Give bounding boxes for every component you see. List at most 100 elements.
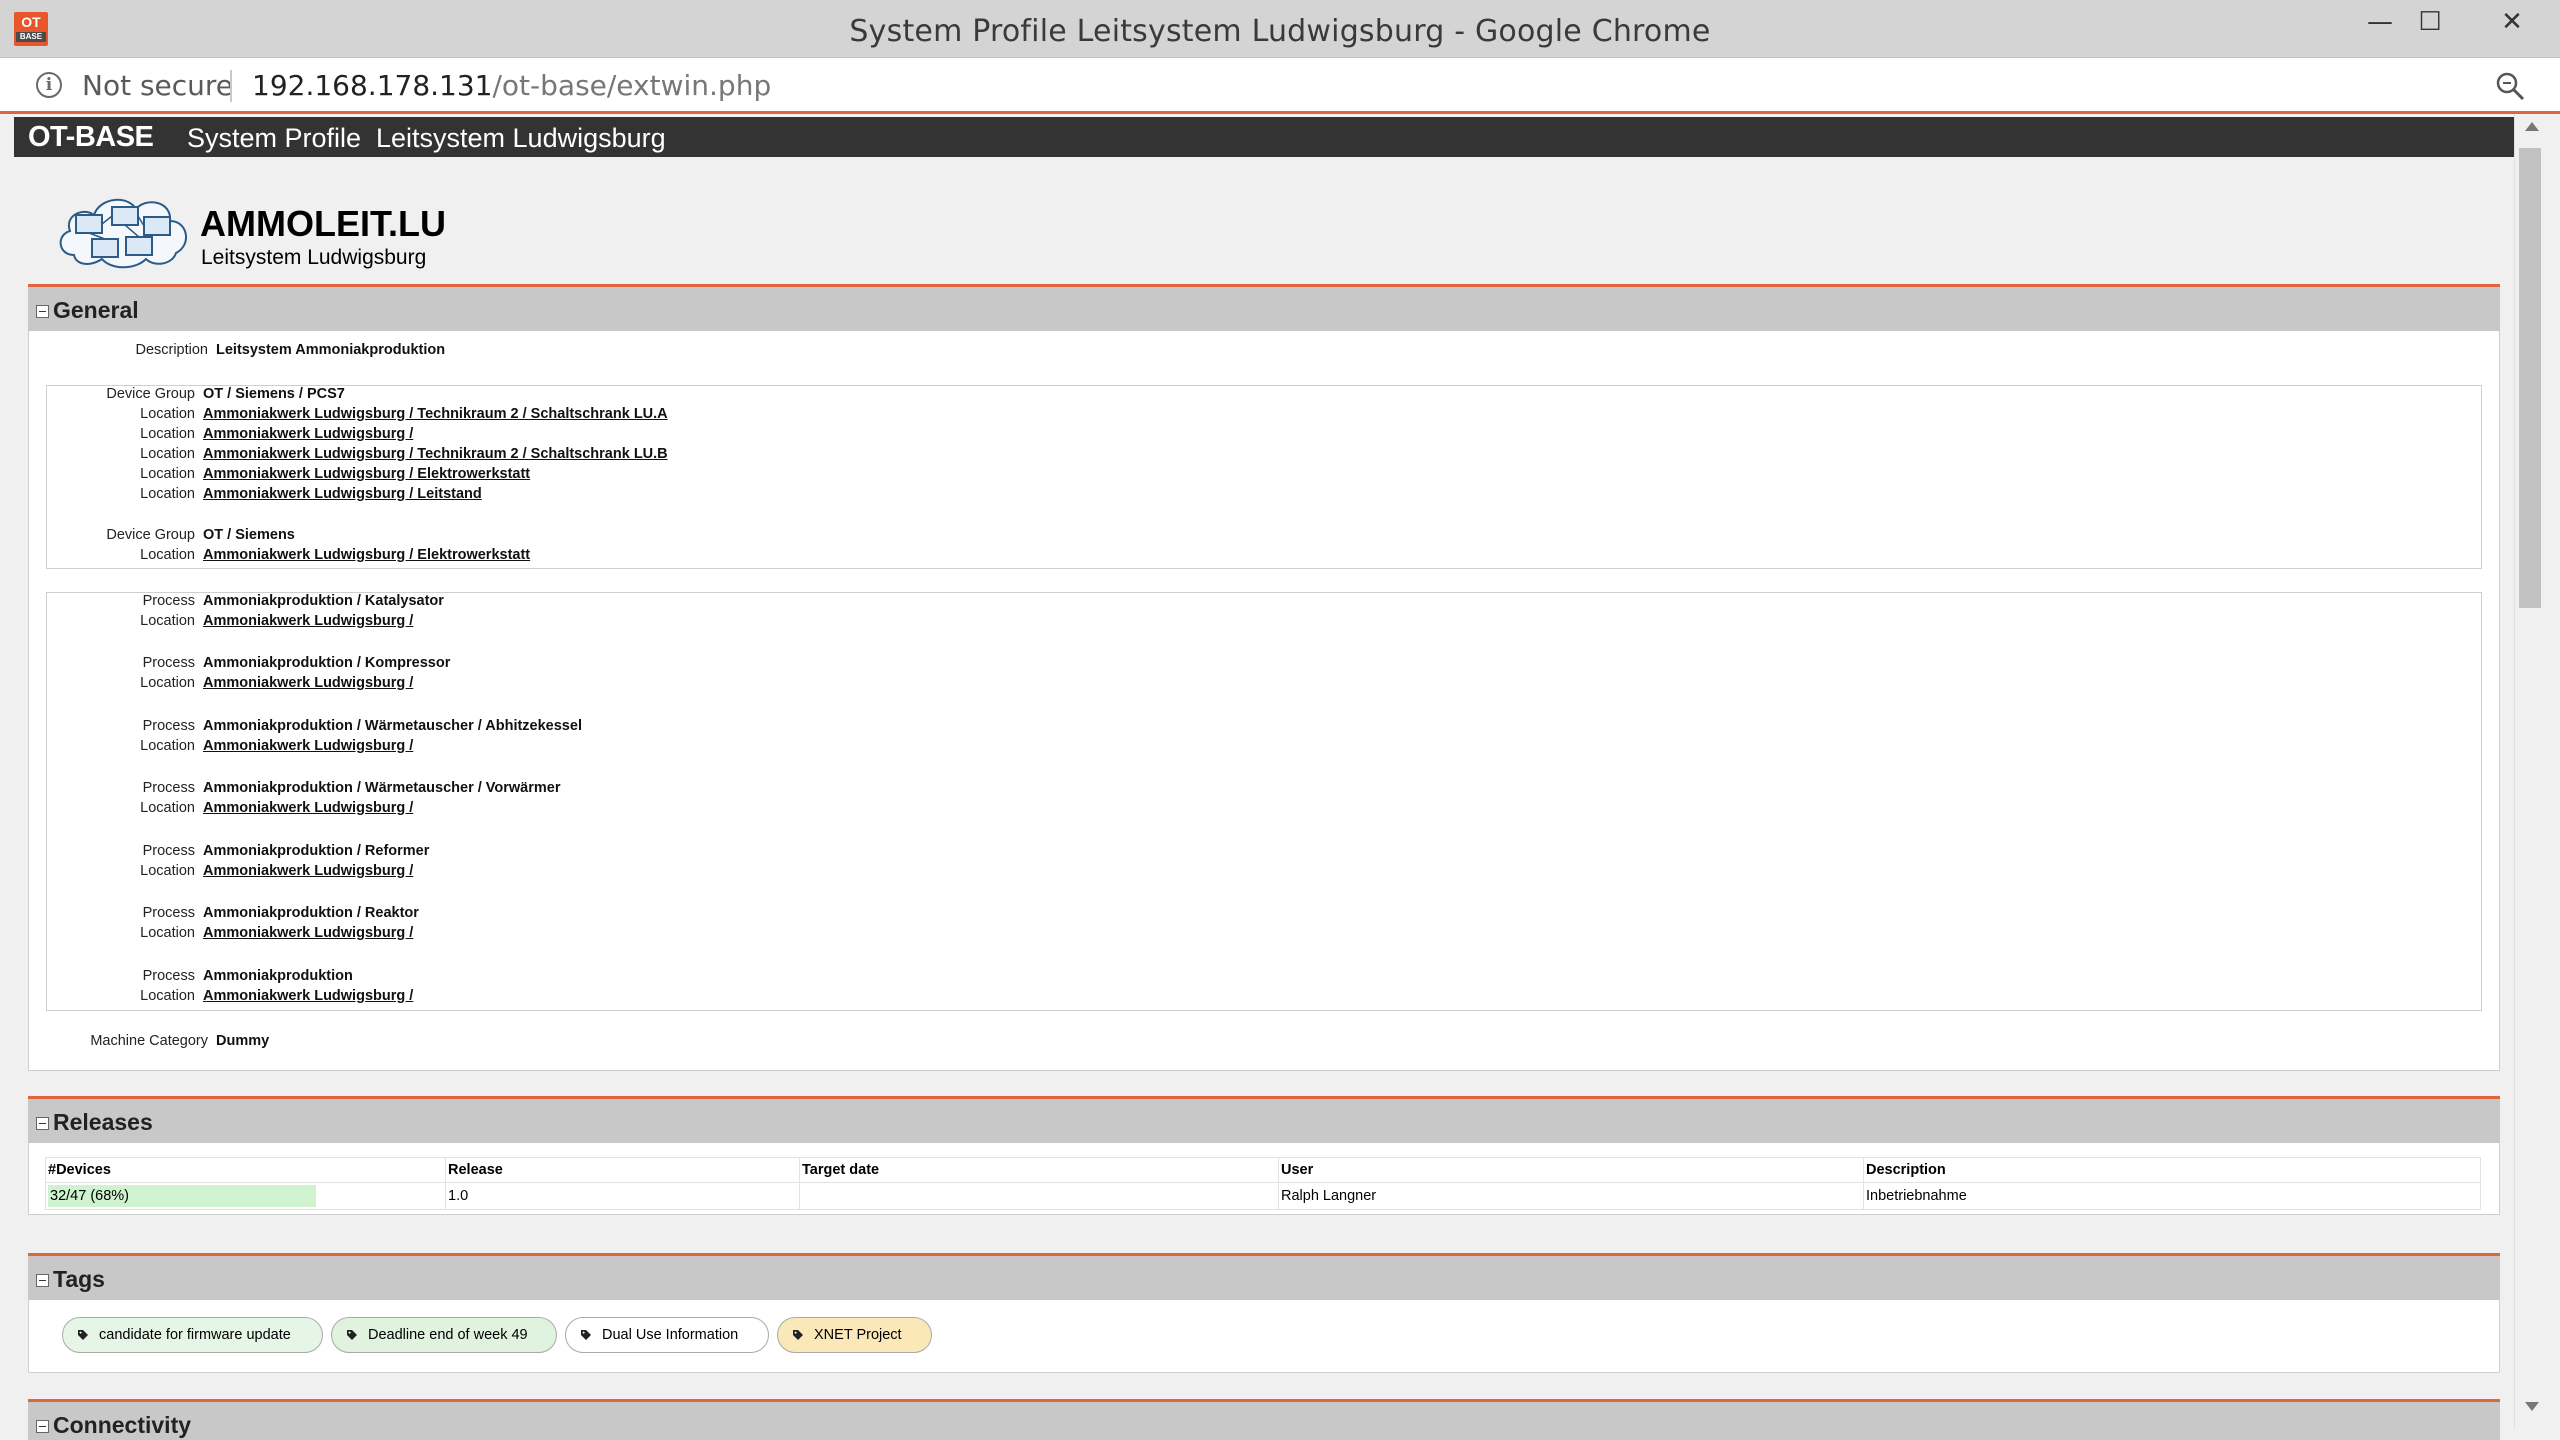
process-value: Ammoniakproduktion <box>203 968 353 984</box>
address-separator <box>230 70 232 102</box>
location-link[interactable]: Ammoniakwerk Ludwigsburg / Technikraum 2… <box>203 446 668 462</box>
process-value: Ammoniakproduktion / Katalysator <box>203 593 444 609</box>
description-value: Leitsystem Ammoniakproduktion <box>216 342 446 358</box>
process-value: Ammoniakproduktion / Wärmetauscher / Vor… <box>203 780 561 796</box>
process-value: Ammoniakproduktion / Reformer <box>203 843 430 859</box>
field-label: Process <box>142 780 195 796</box>
field-label: Process <box>142 718 195 734</box>
table-header-row: #Devices Release Target date User Descri… <box>45 1157 2481 1183</box>
device-group-box: Device Group OT / Siemens / PCS7 Locatio… <box>46 385 2482 569</box>
field-label: Machine Category <box>90 1033 208 1049</box>
zoom-icon[interactable] <box>2494 70 2526 102</box>
section-general-header[interactable]: General <box>28 287 2500 331</box>
location-link[interactable]: Ammoniakwerk Ludwigsburg / <box>203 675 413 691</box>
field-label: Location <box>140 486 195 502</box>
section-title: Releases <box>53 1109 153 1135</box>
section-releases-body: #Devices Release Target date User Descri… <box>28 1143 2500 1215</box>
release-cell: 1.0 <box>445 1182 800 1210</box>
field-label: Location <box>140 446 195 462</box>
field-label: Process <box>142 968 195 984</box>
field-label: Location <box>140 613 195 629</box>
breadcrumb-system-profile: System Profile <box>187 123 362 153</box>
scroll-down-arrow-icon[interactable] <box>2525 1402 2539 1411</box>
field-label: Location <box>140 738 195 754</box>
system-name: AMMOLEIT.LU <box>200 203 446 244</box>
collapse-icon[interactable] <box>36 305 49 318</box>
brand-logo[interactable]: OT-BASE <box>28 121 154 154</box>
page-content: OT-BASE System Profile Leitsystem Ludwig… <box>14 117 2514 1440</box>
browser-titlebar: OT BASE System Profile Leitsystem Ludwig… <box>0 0 2560 58</box>
tag-label: candidate for firmware update <box>99 1327 291 1343</box>
table-row[interactable]: 32/47 (68%) 1.0 Ralph Langner Inbetriebn… <box>45 1182 2481 1210</box>
vertical-scrollbar[interactable] <box>2514 114 2544 1430</box>
collapse-icon[interactable] <box>36 1117 49 1130</box>
field-label: Process <box>142 843 195 859</box>
tag-label: Deadline end of week 49 <box>368 1327 528 1343</box>
column-header[interactable]: Release <box>445 1157 800 1183</box>
security-label[interactable]: Not secure <box>82 69 233 102</box>
device-group-value: OT / Siemens / PCS7 <box>203 386 345 402</box>
section-title: Tags <box>53 1266 105 1292</box>
location-link[interactable]: Ammoniakwerk Ludwigsburg / Elektrowerkst… <box>203 547 530 563</box>
location-link[interactable]: Ammoniakwerk Ludwigsburg / Elektrowerkst… <box>203 466 530 482</box>
tag-chip[interactable]: Deadline end of week 49 <box>331 1317 557 1353</box>
location-link[interactable]: Ammoniakwerk Ludwigsburg / <box>203 426 413 442</box>
tag-icon <box>78 1330 88 1340</box>
close-button[interactable]: ✕ <box>2464 0 2560 46</box>
location-link[interactable]: Ammoniakwerk Ludwigsburg / <box>203 613 413 629</box>
device-group-value: OT / Siemens <box>203 527 295 543</box>
machine-category-value: Dummy <box>216 1033 270 1049</box>
user-cell: Ralph Langner <box>1278 1182 1864 1210</box>
section-connectivity-header[interactable]: Connectivity <box>28 1402 2500 1440</box>
info-icon[interactable]: i <box>36 72 62 98</box>
location-link[interactable]: Ammoniakwerk Ludwigsburg / Technikraum 2… <box>203 406 668 422</box>
tag-chip[interactable]: Dual Use Information <box>565 1317 769 1353</box>
collapse-icon[interactable] <box>36 1420 49 1433</box>
column-header[interactable]: #Devices <box>45 1157 446 1183</box>
location-link[interactable]: Ammoniakwerk Ludwigsburg / <box>203 925 413 941</box>
section-title: General <box>53 297 139 323</box>
releases-table: #Devices Release Target date User Descri… <box>45 1157 2481 1210</box>
field-label: Location <box>140 800 195 816</box>
field-label: Location <box>140 426 195 442</box>
column-header[interactable]: Target date <box>799 1157 1279 1183</box>
devices-cell: 32/47 (68%) <box>45 1182 446 1210</box>
collapse-icon[interactable] <box>36 1274 49 1287</box>
location-link[interactable]: Ammoniakwerk Ludwigsburg / <box>203 863 413 879</box>
location-link[interactable]: Ammoniakwerk Ludwigsburg / <box>203 738 413 754</box>
location-link[interactable]: Ammoniakwerk Ludwigsburg / <box>203 988 413 1004</box>
system-cloud-icon <box>59 199 187 269</box>
location-link[interactable]: Ammoniakwerk Ludwigsburg / <box>203 800 413 816</box>
column-header[interactable]: User <box>1278 1157 1864 1183</box>
field-label: Location <box>140 406 195 422</box>
process-box: Process Ammoniakproduktion / Katalysator… <box>46 592 2482 1011</box>
app-header: OT-BASE System Profile Leitsystem Ludwig… <box>14 117 2514 157</box>
field-label: Location <box>140 863 195 879</box>
maximize-button[interactable]: ☐ <box>2400 0 2460 46</box>
process-value: Ammoniakproduktion / Kompressor <box>203 655 451 671</box>
description-cell: Inbetriebnahme <box>1863 1182 2481 1210</box>
field-label: Device Group <box>106 386 195 402</box>
system-subtitle: Leitsystem Ludwigsburg <box>201 246 427 269</box>
tag-chip[interactable]: candidate for firmware update <box>62 1317 323 1353</box>
field-label: Location <box>140 675 195 691</box>
field-label: Process <box>142 655 195 671</box>
field-label: Process <box>142 905 195 921</box>
tag-label: Dual Use Information <box>602 1327 739 1343</box>
url-host: 192.168.178.131 <box>252 69 493 102</box>
column-header[interactable]: Description <box>1863 1157 2481 1183</box>
scroll-up-arrow-icon[interactable] <box>2525 122 2539 131</box>
tag-icon <box>793 1330 803 1340</box>
scroll-thumb[interactable] <box>2519 148 2541 608</box>
section-releases-header[interactable]: Releases <box>28 1099 2500 1143</box>
section-tags-header[interactable]: Tags <box>28 1256 2500 1300</box>
section-tags-body: candidate for firmware update Deadline e… <box>28 1300 2500 1373</box>
location-link[interactable]: Ammoniakwerk Ludwigsburg / Leitstand <box>203 486 482 502</box>
field-label: Description <box>135 342 208 358</box>
section-general-body: Description Leitsystem Ammoniakproduktio… <box>28 331 2500 1071</box>
tag-chip[interactable]: XNET Project <box>777 1317 932 1353</box>
window-title: System Profile Leitsystem Ludwigsburg - … <box>849 14 1711 49</box>
url-field[interactable]: 192.168.178.131/ot-base/extwin.php <box>252 69 771 102</box>
process-value: Ammoniakproduktion / Wärmetauscher / Abh… <box>203 718 582 734</box>
section-title: Connectivity <box>53 1412 192 1438</box>
